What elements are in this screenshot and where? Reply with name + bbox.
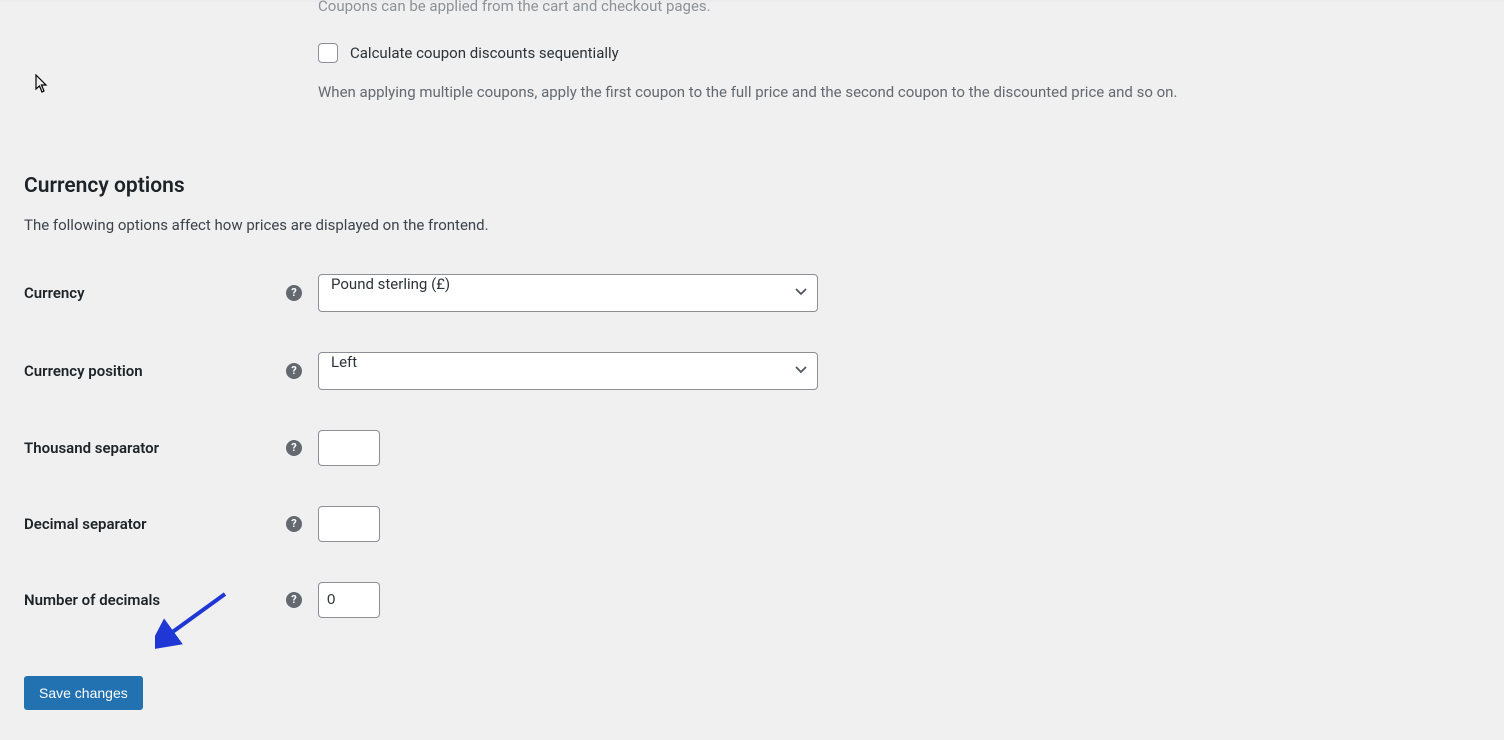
help-icon[interactable]: ? — [286, 363, 302, 379]
decimal-separator-input[interactable] — [318, 506, 380, 542]
calculate-sequentially-description: When applying multiple coupons, apply th… — [318, 81, 1504, 104]
currency-label: Currency — [24, 284, 286, 302]
calculate-sequentially-label: Calculate coupon discounts sequentially — [350, 44, 619, 62]
thousand-separator-input[interactable] — [318, 430, 380, 466]
save-changes-button[interactable]: Save changes — [24, 676, 143, 710]
number-of-decimals-input[interactable] — [318, 582, 380, 618]
currency-options-description: The following options affect how prices … — [24, 216, 1504, 234]
thousand-separator-label: Thousand separator — [24, 439, 286, 457]
coupons-applied-description: Coupons can be applied from the cart and… — [318, 0, 1504, 17]
currency-select[interactable]: Pound sterling (£) — [318, 274, 818, 312]
number-of-decimals-label: Number of decimals — [24, 591, 286, 609]
currency-options-heading: Currency options — [24, 174, 1504, 198]
calculate-sequentially-checkbox[interactable] — [318, 43, 338, 63]
help-icon[interactable]: ? — [286, 440, 302, 456]
currency-position-select[interactable]: Left — [318, 352, 818, 390]
help-icon[interactable]: ? — [286, 285, 302, 301]
currency-position-label: Currency position — [24, 362, 286, 380]
help-icon[interactable]: ? — [286, 516, 302, 532]
decimal-separator-label: Decimal separator — [24, 515, 286, 533]
help-icon[interactable]: ? — [286, 592, 302, 608]
